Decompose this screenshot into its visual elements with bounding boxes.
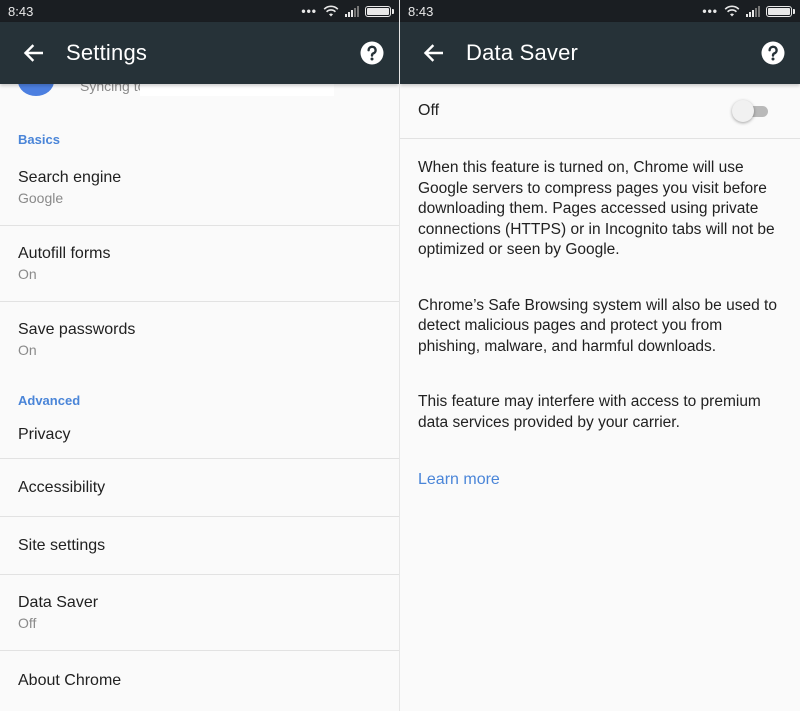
status-time: 8:43: [408, 3, 434, 19]
item-label: Save passwords: [18, 321, 136, 338]
description-paragraph: This feature may interfere with access t…: [418, 393, 761, 431]
arrow-back-icon: [423, 44, 443, 62]
battery-icon: [766, 5, 795, 17]
page-title: Data Saver: [466, 40, 579, 65]
avatar: [18, 84, 54, 96]
settings-item-autofill-forms[interactable]: Autofill forms On: [0, 226, 399, 301]
settings-item-about-chrome[interactable]: About Chrome: [0, 651, 399, 711]
more-dots-icon: •••: [702, 4, 718, 18]
help-icon[interactable]: [760, 40, 786, 66]
item-label: About Chrome: [18, 672, 122, 689]
signal-icon: [345, 5, 359, 17]
item-label: Autofill forms: [18, 245, 111, 262]
item-label: Search engine: [18, 169, 122, 186]
settings-item-privacy[interactable]: Privacy: [0, 411, 399, 458]
data-saver-switch[interactable]: [732, 100, 770, 122]
back-button[interactable]: [18, 38, 48, 68]
switch-thumb: [732, 100, 754, 122]
settings-item-accessibility[interactable]: Accessibility: [0, 459, 399, 516]
wifi-icon: [724, 5, 740, 17]
item-value: On: [18, 266, 37, 282]
description-paragraph: Chrome’s Safe Browsing system will also …: [418, 296, 777, 355]
data-saver-screen: 8:43 ••• Data Saver Off When this featur…: [400, 0, 800, 711]
item-value: Off: [18, 615, 37, 631]
status-icons: •••: [301, 4, 394, 18]
status-icons: •••: [702, 4, 795, 18]
settings-item-search-engine[interactable]: Search engine Google: [0, 150, 399, 225]
account-row[interactable]: Syncing to: [0, 84, 399, 102]
battery-icon: [365, 5, 394, 17]
redacted-account-email: [140, 84, 334, 96]
item-label: Accessibility: [18, 478, 106, 496]
item-value: Google: [18, 190, 64, 206]
screens-container: 8:43 ••• Settings Syncing to Basics Sear…: [0, 0, 800, 711]
item-label: Privacy: [18, 425, 71, 443]
settings-item-site-settings[interactable]: Site settings: [0, 517, 399, 574]
help-icon[interactable]: [359, 40, 385, 66]
sync-status-text: Syncing to: [80, 84, 146, 94]
section-header-basics: Basics: [18, 132, 60, 147]
back-button[interactable]: [418, 38, 448, 68]
status-bar: 8:43 •••: [400, 0, 800, 22]
arrow-back-icon: [23, 44, 43, 62]
data-saver-app-bar: Data Saver: [400, 22, 800, 84]
description-paragraph: When this feature is turned on, Chrome w…: [418, 159, 775, 258]
toggle-state-label: Off: [418, 102, 440, 119]
item-label: Site settings: [18, 536, 106, 554]
item-value: On: [18, 342, 37, 358]
data-saver-toggle-row[interactable]: Off: [400, 84, 800, 139]
status-time: 8:43: [8, 3, 34, 19]
learn-more-link[interactable]: Learn more: [418, 471, 500, 489]
status-bar: 8:43 •••: [0, 0, 399, 22]
settings-item-data-saver[interactable]: Data Saver Off: [0, 575, 399, 650]
settings-item-save-passwords[interactable]: Save passwords On: [0, 302, 399, 377]
wifi-icon: [323, 5, 339, 17]
description: When this feature is turned on, Chrome w…: [400, 139, 800, 433]
settings-screen: 8:43 ••• Settings Syncing to Basics Sear…: [0, 0, 400, 711]
signal-icon: [746, 5, 760, 17]
page-title: Settings: [66, 40, 148, 65]
settings-app-bar: Settings: [0, 22, 399, 84]
item-label: Data Saver: [18, 594, 99, 611]
section-header-advanced: Advanced: [18, 393, 81, 408]
more-dots-icon: •••: [301, 4, 317, 18]
